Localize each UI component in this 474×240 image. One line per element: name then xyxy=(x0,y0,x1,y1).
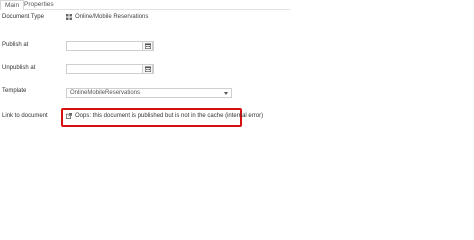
calendar-icon xyxy=(144,66,151,72)
document-type-label: Document Type xyxy=(2,14,44,20)
publish-at-calendar-button[interactable] xyxy=(142,41,153,51)
template-select[interactable]: OnlineMobileReservations xyxy=(66,88,232,98)
publish-at-label: Publish at xyxy=(2,42,29,48)
document-type-text: Online/Mobile Reservations xyxy=(75,14,149,20)
link-to-document-message[interactable]: Oops: this document is published but is … xyxy=(66,113,263,119)
unpublish-at-input[interactable] xyxy=(67,72,148,82)
template-selected-value: OnlineMobileReservations xyxy=(70,90,141,96)
unpublish-at-calendar-button[interactable] xyxy=(142,64,153,74)
unpublish-at-label: Unpublish at xyxy=(2,65,36,71)
tab-properties[interactable]: Properties xyxy=(20,0,58,10)
unpublish-at-field xyxy=(66,64,154,82)
calendar-icon xyxy=(144,43,151,49)
grid-icon xyxy=(66,14,72,20)
link-to-document-label: Link to document xyxy=(2,113,48,119)
publish-at-input[interactable] xyxy=(67,49,148,59)
template-label: Template xyxy=(2,88,27,94)
publish-at-field xyxy=(66,41,154,59)
chevron-down-icon xyxy=(224,92,228,95)
tab-bar: Main Properties xyxy=(0,0,290,10)
document-type-value: Online/Mobile Reservations xyxy=(66,14,148,20)
link-to-document-text: Oops: this document is published but is … xyxy=(75,113,264,119)
external-link-icon xyxy=(66,113,72,119)
